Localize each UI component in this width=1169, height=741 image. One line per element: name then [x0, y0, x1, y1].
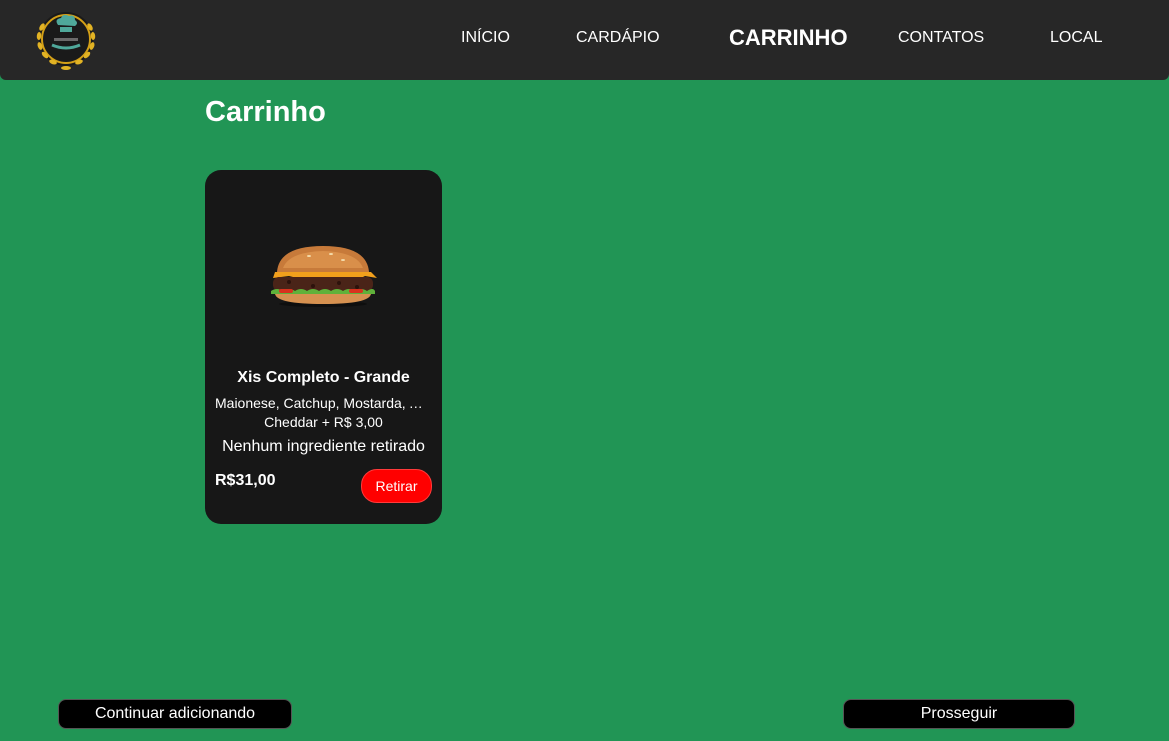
navbar: INÍCIO CARDÁPIO CARRINHO CONTATOS LOCAL: [0, 0, 1169, 80]
nav-link-contatos[interactable]: CONTATOS: [898, 28, 984, 48]
page-title: Carrinho: [205, 96, 326, 128]
nav-link-cardapio[interactable]: CARDÁPIO: [576, 28, 660, 48]
nav-link-local[interactable]: LOCAL: [1050, 28, 1102, 48]
remove-item-button[interactable]: Retirar: [361, 469, 432, 503]
proceed-button[interactable]: Prosseguir: [843, 699, 1075, 729]
nav-link-carrinho[interactable]: CARRINHO: [729, 26, 848, 50]
cart-item-card: Xis Completo - Grande Maionese, Catchup,…: [205, 170, 442, 524]
cart-item-price: R$31,00: [215, 472, 276, 489]
nav-link-inicio[interactable]: INÍCIO: [461, 28, 510, 48]
cart-item-removed-ingredients: Nenhum ingrediente retirado: [222, 438, 425, 455]
burger-image: [269, 242, 377, 308]
cart-item-description: Maionese, Catchup, Mostarda, Alface, Tom…: [215, 395, 432, 411]
cart-item-name: Xis Completo - Grande: [237, 369, 410, 386]
restaurant-logo-icon[interactable]: [30, 5, 102, 73]
cart-item-extra: Cheddar + R$ 3,00: [264, 414, 383, 430]
continue-adding-button[interactable]: Continuar adicionando: [58, 699, 292, 729]
